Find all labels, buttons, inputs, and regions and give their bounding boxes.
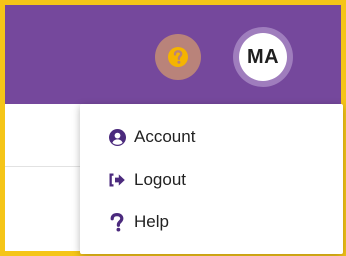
menu-item-help[interactable]: Help: [80, 203, 343, 241]
question-mark-icon: [108, 212, 126, 231]
menu-item-account[interactable]: Account: [80, 118, 343, 156]
user-circle-icon: [108, 128, 126, 146]
menu-item-label: Logout: [134, 170, 186, 189]
user-dropdown-menu: Account Logout Help: [80, 104, 343, 254]
avatar: MA: [239, 33, 287, 81]
menu-item-logout[interactable]: Logout: [80, 161, 343, 199]
user-avatar-button[interactable]: MA: [233, 27, 293, 87]
help-button[interactable]: [155, 34, 201, 80]
question-circle-icon: [168, 47, 188, 67]
sign-out-icon: [108, 171, 126, 189]
menu-item-label: Account: [134, 127, 196, 146]
menu-item-label: Help: [134, 212, 169, 231]
content-divider: [5, 166, 85, 167]
top-navigation-bar: MA: [5, 5, 341, 104]
